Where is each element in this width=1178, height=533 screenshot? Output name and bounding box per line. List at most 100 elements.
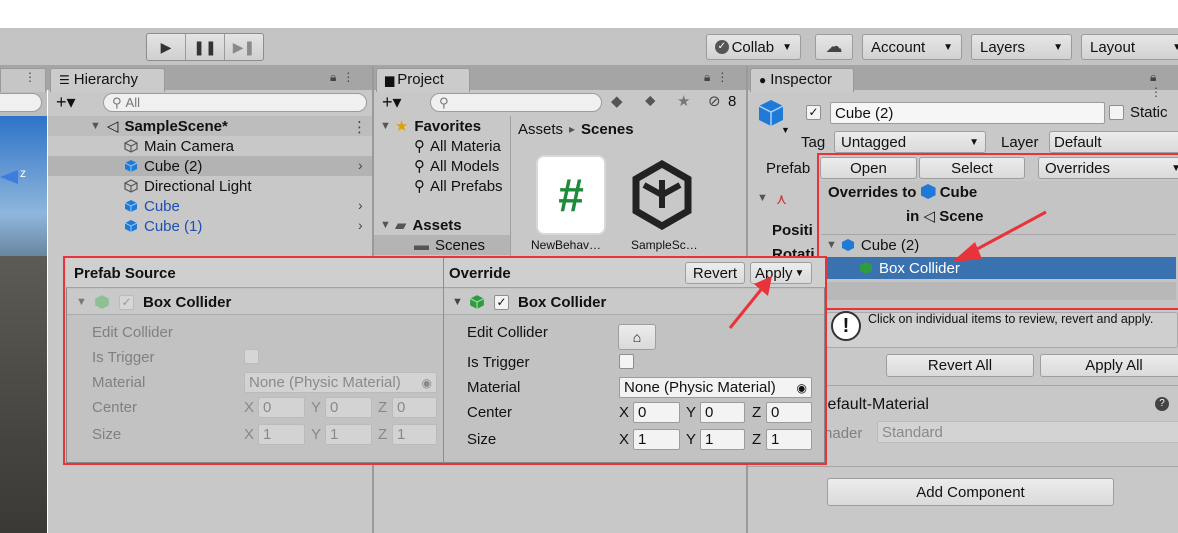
gameobject-icon [124,179,138,193]
prefab-cube-icon [124,160,138,172]
lock-icon[interactable]: 🔒︎⋮ [1150,70,1178,99]
scenes-folder[interactable]: ▬ Scenes [414,235,485,255]
favorite-item[interactable]: ⚲ All Prefabs [414,176,503,196]
search-icon: ⚲ [414,158,425,175]
tab-inspector[interactable]: ● Inspector [750,68,854,92]
prefab-label: Prefab [766,160,811,177]
favorite-item[interactable]: ⚲ All Materia [414,136,501,156]
apply-all-button[interactable]: Apply All [1040,354,1178,377]
hierarchy-item[interactable]: Cube (2) [124,156,202,176]
prefab-cube-icon [124,200,138,212]
divider [748,466,1178,467]
asset-file-label[interactable]: SampleSc… [631,238,698,252]
hierarchy-item[interactable]: Cube (1) [124,216,202,236]
assets-folder[interactable]: ▼ ▰ Assets [380,215,462,235]
unity-scene-icon: ◁ [106,118,119,135]
favorite-item-label: All Models [430,157,500,175]
csharp-script-icon[interactable]: # [536,155,606,235]
layout-dropdown[interactable]: Layout ▼ [1081,34,1178,60]
hierarchy-add-button[interactable]: +▾ [56,92,76,112]
material-title: Default-Material [816,396,929,413]
star-icon: ★ [394,118,409,135]
hidden-packages-icon[interactable]: ⊘ [708,92,721,110]
hierarchy-item-label: Directional Light [144,177,252,195]
chevron-right-icon[interactable]: › [358,157,363,173]
tab-hierarchy[interactable]: ☰ Hierarchy [50,68,165,92]
folder-icon: ▆ [385,73,395,87]
filter-type-icon[interactable]: ◆ [611,92,623,110]
scene-search-input[interactable] [0,93,42,112]
project-add-button[interactable]: +▾ [382,92,402,112]
chevron-right-icon[interactable]: › [358,217,363,233]
hierarchy-item[interactable]: Main Camera [124,136,234,156]
project-split-divider[interactable] [510,116,511,256]
scene-menu-icon[interactable]: ⋮ [352,118,367,136]
layers-dropdown[interactable]: Layers ▼ [971,34,1072,60]
tab-project[interactable]: ▆ Project [376,68,470,92]
dropdown-arrow-icon[interactable]: ▼ [781,125,790,135]
highlight-box [63,256,827,465]
foldout-arrow-icon: ▼ [380,120,391,132]
star-icon[interactable]: ★ [677,92,690,110]
foldout-arrow-icon[interactable]: ▼ [757,192,768,204]
label-tag-icon[interactable]: ⬥ [645,92,656,109]
hierarchy-search-input[interactable]: ⚲ All [103,93,367,112]
info-icon: ● [759,73,767,87]
breadcrumb-root[interactable]: Assets [518,121,563,138]
hierarchy-item[interactable]: Directional Light [124,176,252,196]
breadcrumb-separator: ▸ [569,122,576,136]
favorite-item-label: All Materia [430,137,501,155]
warning-icon: ! [831,311,861,341]
favorites-folder[interactable]: ▼ ★ Favorites [380,116,481,136]
scene-viewport[interactable] [0,116,47,256]
assets-label: Assets [412,216,462,234]
chevron-right-icon[interactable]: › [358,197,363,213]
unity-logo-icon[interactable] [630,160,694,230]
search-icon: ⚲ [112,94,122,110]
layer-label: Layer [1001,134,1039,151]
static-checkbox[interactable] [1109,105,1124,120]
play-controls: ▶ ❚❚ ▶❚ [146,33,264,61]
play-button[interactable]: ▶ [147,34,186,60]
tag-label: Tag [801,134,826,151]
object-name-field[interactable]: Cube (2) [830,102,1105,124]
highlight-box [817,153,1178,310]
lock-icon[interactable]: 🔒︎⋮ [704,70,734,85]
transform-icon: ⋏ [776,191,787,208]
cloud-icon: ☁ [825,37,843,56]
axis-z-label: z [20,166,26,180]
static-label: Static [1130,104,1168,121]
help-icon[interactable]: ? [1155,397,1169,411]
hint-text: Click on individual items to review, rev… [868,312,1154,326]
shader-dropdown[interactable]: Standard [877,421,1178,443]
favorite-item[interactable]: ⚲ All Models [414,156,499,176]
step-button[interactable]: ▶❚ [225,34,263,60]
dropdown-arrow-icon: ▼ [943,41,953,53]
scene-ground [0,256,47,533]
tag-dropdown[interactable]: Untagged ▼ [834,131,986,153]
inspector-tab-label: Inspector [770,71,832,88]
layer-dropdown[interactable]: Default [1049,131,1178,153]
collab-button[interactable]: ✓ Collab ▼ [706,34,801,60]
breadcrumb-leaf[interactable]: Scenes [581,121,634,138]
lock-icon[interactable]: 🔒︎⋮ [330,70,360,85]
project-tab-label: Project [397,71,444,88]
active-checkbox[interactable]: ✓ [806,105,821,120]
layers-label: Layers [980,38,1026,56]
project-search-input[interactable]: ⚲ [430,93,602,112]
asset-file-label[interactable]: NewBehav… [531,238,601,252]
pause-button[interactable]: ❚❚ [186,34,225,60]
dropdown-arrow-icon: ▼ [1053,41,1063,53]
position-label: Positi [772,222,813,239]
account-dropdown[interactable]: Account ▼ [862,34,962,60]
more-options-icon[interactable]: ⋮ [24,70,42,84]
breadcrumb: Assets ▸ Scenes [518,119,634,139]
scene-row[interactable]: ▼ ◁ SampleScene* [90,116,228,136]
revert-all-button[interactable]: Revert All [886,354,1034,377]
search-icon: ⚲ [414,138,425,155]
add-component-button[interactable]: Add Component [827,478,1114,506]
cloud-button[interactable]: ☁ [815,34,853,60]
hierarchy-item[interactable]: Cube [124,196,180,216]
favorite-item-label: All Prefabs [430,177,503,195]
selected-row-bg [48,156,372,176]
